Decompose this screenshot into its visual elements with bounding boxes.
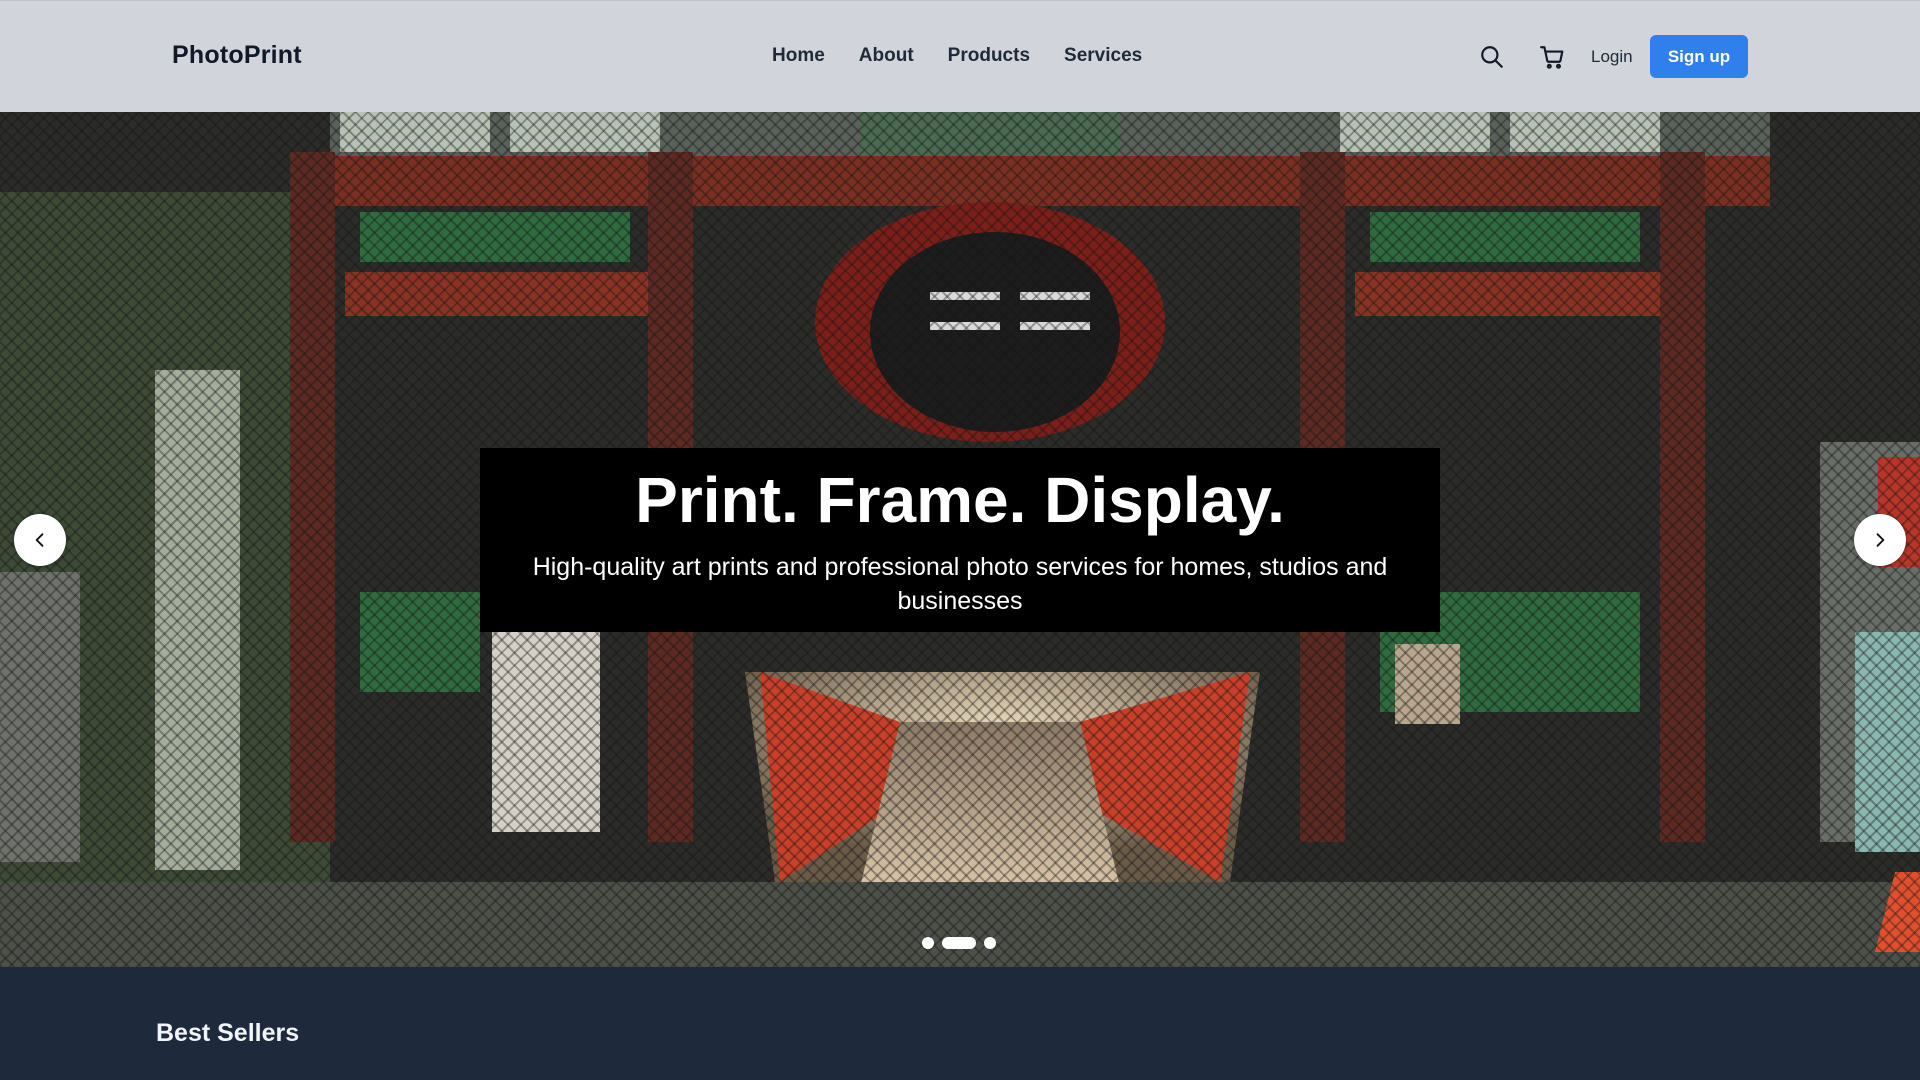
hero-title: Print. Frame. Display. [635,464,1285,536]
nav-home[interactable]: Home [772,45,825,67]
cart-icon [1540,46,1564,69]
carousel-dot-3[interactable] [984,937,996,949]
nav-products[interactable]: Products [948,45,1030,67]
hero-subtitle: High-quality art prints and professional… [532,553,1388,615]
main-nav: Home About Products Services [772,45,1142,67]
best-sellers-section: Best Sellers [0,967,1920,1080]
carousel-dot-2[interactable] [942,937,976,949]
search-button[interactable] [1474,39,1510,75]
chevron-left-icon [35,533,44,547]
search-icon [1481,46,1503,68]
carousel-indicators [922,937,996,949]
login-link[interactable]: Login [1591,47,1633,67]
best-sellers-title: Best Sellers [156,1019,300,1047]
hero-caption: Print. Frame. Display. High-quality art … [480,448,1440,632]
site-header: PhotoPrint Home About Products Services … [0,0,1920,112]
hero-carousel: Print. Frame. Display. High-quality art … [0,112,1920,967]
signup-button[interactable]: Sign up [1650,35,1748,78]
nav-about[interactable]: About [859,45,914,67]
chevron-right-icon [1876,533,1885,547]
nav-services[interactable]: Services [1064,45,1142,67]
cart-button[interactable] [1534,39,1570,75]
brand-logo[interactable]: PhotoPrint [172,41,302,70]
carousel-prev-button[interactable] [14,514,66,566]
carousel-dot-1[interactable] [922,937,934,949]
carousel-next-button[interactable] [1854,514,1906,566]
